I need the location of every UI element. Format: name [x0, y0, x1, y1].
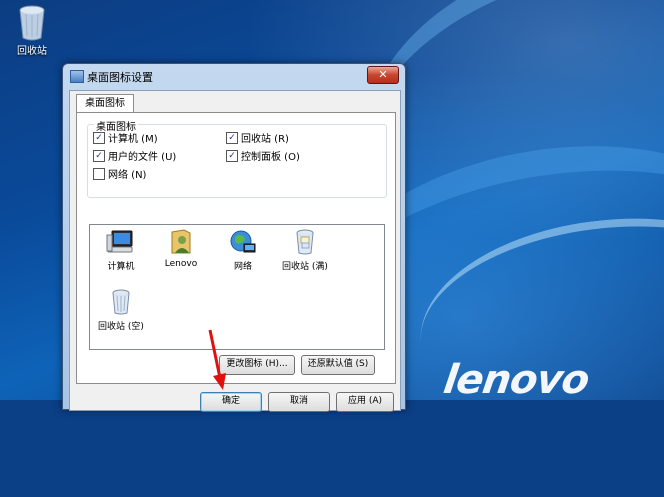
checkbox-box[interactable] — [93, 168, 105, 180]
checkbox-box[interactable]: ✓ — [226, 150, 238, 162]
lenovo-logo: lenovo — [440, 357, 592, 403]
desktop-icon-settings-dialog: 桌面图标设置 ✕ 桌面图标 桌面图标 ✓ 计算机 (M) ✓ 回收站 (R) ✓ 用户… — [62, 63, 406, 412]
window-icon — [70, 70, 84, 83]
checkbox-network[interactable]: 网络 (N) — [93, 168, 147, 182]
list-item-label: 回收站 (空) — [98, 322, 144, 332]
checkbox-user-files[interactable]: ✓ 用户的文件 (U) — [93, 150, 177, 164]
dialog-title: 桌面图标设置 — [87, 71, 153, 84]
cancel-button[interactable]: 取消 — [268, 392, 330, 412]
list-item-network[interactable]: 网络 — [216, 229, 270, 272]
close-button[interactable]: ✕ — [367, 66, 399, 84]
recycle-bin-icon — [19, 5, 45, 41]
recycle-bin-full-icon — [296, 229, 314, 255]
annotation-arrow-icon — [208, 329, 226, 390]
desktop-recycle-bin[interactable]: 回收站 — [8, 4, 56, 57]
dialog-content: 桌面图标 桌面图标 ✓ 计算机 (M) ✓ 回收站 (R) ✓ 用户的文件 (U) ✓… — [69, 90, 401, 412]
checkbox-label: 用户的文件 (U) — [108, 152, 177, 163]
list-item-user-folder[interactable]: Lenovo — [154, 229, 208, 269]
list-item-recycle-full[interactable]: 回收站 (满) — [278, 229, 332, 272]
checkbox-recycle-bin[interactable]: ✓ 回收站 (R) — [226, 132, 289, 146]
checkbox-box[interactable]: ✓ — [93, 150, 105, 162]
checkbox-control-panel[interactable]: ✓ 控制面板 (O) — [226, 150, 300, 164]
dialog-titlebar[interactable]: 桌面图标设置 ✕ — [63, 64, 405, 88]
desktop-icons-groupbox: 桌面图标 ✓ 计算机 (M) ✓ 回收站 (R) ✓ 用户的文件 (U) ✓ 控制面板 … — [87, 118, 387, 198]
apply-button[interactable]: 应用 (A) — [336, 392, 394, 412]
network-globe-icon — [230, 230, 256, 253]
checkbox-label: 计算机 (M) — [108, 134, 158, 145]
ok-button[interactable]: 确定 — [200, 392, 262, 412]
user-folder-icon — [171, 229, 191, 254]
computer-icon — [106, 230, 133, 253]
checkbox-label: 控制面板 (O) — [241, 152, 300, 163]
list-item-recycle-empty[interactable]: 回收站 (空) — [94, 289, 148, 332]
tab-desktop-icons[interactable]: 桌面图标 — [76, 94, 134, 113]
checkbox-computer[interactable]: ✓ 计算机 (M) — [93, 132, 158, 146]
list-item-label: 计算机 — [107, 262, 135, 272]
checkbox-box[interactable]: ✓ — [226, 132, 238, 144]
icon-list[interactable]: 计算机 Lenovo 网络 回收站 (满) 回收站 (空) — [89, 224, 385, 350]
recycle-bin-empty-icon — [112, 289, 130, 315]
checkbox-box[interactable]: ✓ — [93, 132, 105, 144]
group-label: 桌面图标 — [94, 118, 138, 133]
recycle-bin-label: 回收站 — [17, 46, 47, 57]
checkbox-label: 回收站 (R) — [241, 134, 289, 145]
checkbox-label: 网络 (N) — [108, 170, 147, 181]
list-item-label: 网络 — [233, 262, 252, 272]
restore-default-button[interactable]: 还原默认值 (S) — [301, 355, 375, 375]
list-item-computer[interactable]: 计算机 — [94, 229, 148, 272]
list-item-label: 回收站 (满) — [282, 262, 328, 272]
list-item-label: Lenovo — [164, 259, 198, 269]
tab-panel: 桌面图标 ✓ 计算机 (M) ✓ 回收站 (R) ✓ 用户的文件 (U) ✓ 控制面板 … — [76, 112, 396, 384]
